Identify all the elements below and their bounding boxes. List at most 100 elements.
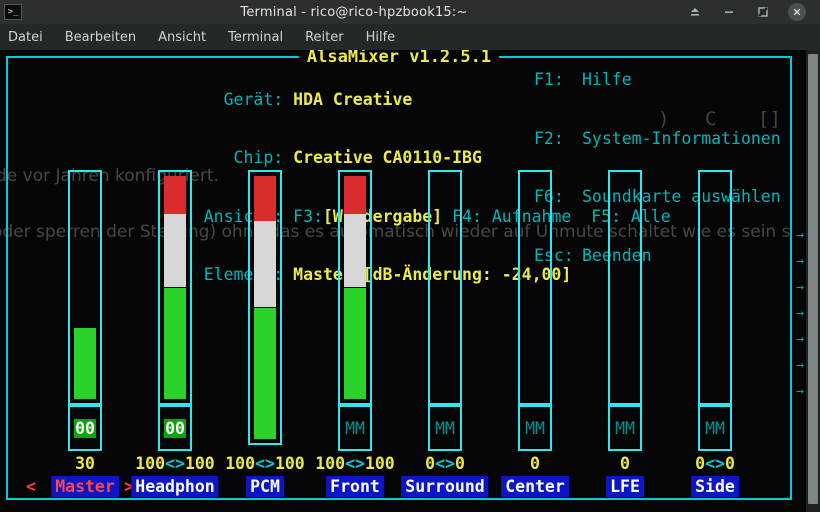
channel-strip-front[interactable]: MM 100<>100 Front <box>310 170 400 500</box>
wrap-arrow-icon: → <box>796 306 804 321</box>
alsamixer-title: AlsaMixer v1.2.5.1 <box>299 50 499 67</box>
volume-readout-front: 100<>100 <box>310 454 400 473</box>
mute-state-text: 00 <box>164 419 186 438</box>
terminal-icon: >_ <box>4 4 22 20</box>
volume-bar-headphon[interactable] <box>158 170 192 405</box>
channel-strip-master[interactable]: 0030Master<> <box>40 170 130 500</box>
close-button[interactable] <box>788 3 806 21</box>
menu-item-hilfe[interactable]: Hilfe <box>366 30 396 45</box>
menu-item-datei[interactable]: Datei <box>8 30 43 45</box>
channel-label-master[interactable]: Master <box>51 476 119 497</box>
mute-state-text: MM <box>345 419 365 438</box>
chip-label: Chip: <box>133 148 283 168</box>
mute-box-master[interactable]: 00 <box>68 405 102 451</box>
mute-box-front[interactable]: MM <box>338 405 372 451</box>
screen: >_ Terminal - rico@rico-hpzbook15:~ Date… <box>0 0 820 512</box>
menu-item-terminal[interactable]: Terminal <box>228 30 283 45</box>
bar-segment-red <box>164 176 186 214</box>
menu-item-reiter[interactable]: Reiter <box>305 30 344 45</box>
mute-state-text: 00 <box>74 419 96 438</box>
menu-item-ansicht[interactable]: Ansicht <box>158 30 206 45</box>
wrap-arrow-icon: → <box>796 384 804 399</box>
mute-box-lfe[interactable]: MM <box>608 405 642 451</box>
channel-strip-side[interactable]: MM 0<>0 Side <box>670 170 760 500</box>
f1-text[interactable]: Hilfe <box>582 70 632 89</box>
mute-state-text: MM <box>525 419 545 438</box>
volume-bar-fill <box>74 176 96 399</box>
mute-box-headphon[interactable]: 00 <box>158 405 192 451</box>
channel-label-lfe[interactable]: LFE <box>606 476 644 497</box>
menu-item-bearbeiten[interactable]: Bearbeiten <box>65 30 136 45</box>
channel-label-surround[interactable]: Surround <box>401 476 488 497</box>
volume-bar-fill <box>524 176 546 399</box>
mute-state-text: MM <box>705 419 725 438</box>
channel-label-headphon[interactable]: Headphon <box>131 476 218 497</box>
bar-segment-green <box>344 288 366 400</box>
volume-bar-fill <box>164 176 186 399</box>
bar-segment-green <box>254 308 276 440</box>
channel-label-pcm[interactable]: PCM <box>246 476 284 497</box>
chip-value: Creative CA0110-IBG <box>293 148 482 167</box>
shade-button[interactable] <box>686 3 704 21</box>
volume-readout-lfe: 0 <box>580 454 670 473</box>
mute-state-text: MM <box>435 419 455 438</box>
channel-strip-lfe[interactable]: MM 0 LFE <box>580 170 670 500</box>
channel-label-side[interactable]: Side <box>691 476 739 497</box>
channel-label-front[interactable]: Front <box>326 476 384 497</box>
bar-segment-red <box>254 176 276 221</box>
terminal-body[interactable]: de vor Jahren konfiguriert. oder sperren… <box>0 50 820 512</box>
mute-state-text: MM <box>615 419 635 438</box>
terminal-scrollbar[interactable] <box>806 50 820 512</box>
mute-box-side[interactable]: MM <box>698 405 732 451</box>
volume-bar-fill <box>434 176 456 399</box>
channel-strip-headphon[interactable]: 00 100<>100 Headphon <box>130 170 220 500</box>
window-title: Terminal - rico@rico-hpzbook15:~ <box>22 5 686 20</box>
channel-strip-center[interactable]: MM 0 Center <box>490 170 580 500</box>
volume-bar-surround[interactable] <box>428 170 462 405</box>
f2-text[interactable]: System-Informationen <box>582 129 781 148</box>
volume-bar-fill <box>704 176 726 399</box>
bar-segment-grey <box>254 221 276 308</box>
volume-bar-pcm[interactable] <box>248 170 282 445</box>
volume-bar-fill <box>254 176 276 439</box>
device-label: Gerät: <box>133 90 283 110</box>
mute-box-surround[interactable]: MM <box>428 405 462 451</box>
volume-readout-master: 30 <box>40 454 130 473</box>
volume-readout-headphon: 100<>100 <box>130 454 220 473</box>
volume-bar-fill <box>344 176 366 399</box>
bar-segment-red <box>344 176 366 214</box>
prev-channel-arrow-icon[interactable]: < <box>26 476 36 497</box>
volume-bar-front[interactable] <box>338 170 372 405</box>
volume-bar-lfe[interactable] <box>608 170 642 405</box>
device-value: HDA Creative <box>293 90 412 109</box>
channel-strip-pcm[interactable]: 100<>100 PCM <box>220 170 310 500</box>
maximize-button[interactable] <box>754 3 772 21</box>
wrap-arrow-icon: → <box>796 332 804 347</box>
volume-readout-side: 0<>0 <box>670 454 760 473</box>
window-controls <box>686 3 806 21</box>
volume-readout-surround: 0<>0 <box>400 454 490 473</box>
wrap-arrow-icon: → <box>796 358 804 373</box>
header-row-device: Gerät: HDA Creative F1:Hilfe <box>14 70 786 129</box>
wrap-arrow-icon: → <box>796 280 804 295</box>
scrollbar-thumb[interactable] <box>808 54 818 504</box>
volume-bar-center[interactable] <box>518 170 552 405</box>
channel-strips: 0030Master<>00100<>100Headphon100<>100PC… <box>8 170 794 500</box>
volume-bar-side[interactable] <box>698 170 732 405</box>
wrap-arrow-icon: → <box>796 254 804 269</box>
minimize-button[interactable] <box>720 3 738 21</box>
mute-box-center[interactable]: MM <box>518 405 552 451</box>
f1-key: F1: <box>534 70 582 90</box>
bar-segment-green <box>74 328 96 399</box>
volume-bar-master[interactable] <box>68 170 102 405</box>
volume-bar-fill <box>614 176 636 399</box>
volume-readout-center: 0 <box>490 454 580 473</box>
window-titlebar: >_ Terminal - rico@rico-hpzbook15:~ <box>0 0 820 24</box>
wrap-arrow-icon: → <box>796 228 804 243</box>
channel-strip-surround[interactable]: MM 0<>0 Surround <box>400 170 490 500</box>
alsamixer-frame: AlsaMixer v1.2.5.1 Gerät: HDA Creative F… <box>6 56 792 500</box>
channel-label-center[interactable]: Center <box>501 476 569 497</box>
bar-segment-green <box>164 288 186 400</box>
volume-readout-pcm: 100<>100 <box>220 454 310 473</box>
bar-segment-grey <box>344 214 366 288</box>
